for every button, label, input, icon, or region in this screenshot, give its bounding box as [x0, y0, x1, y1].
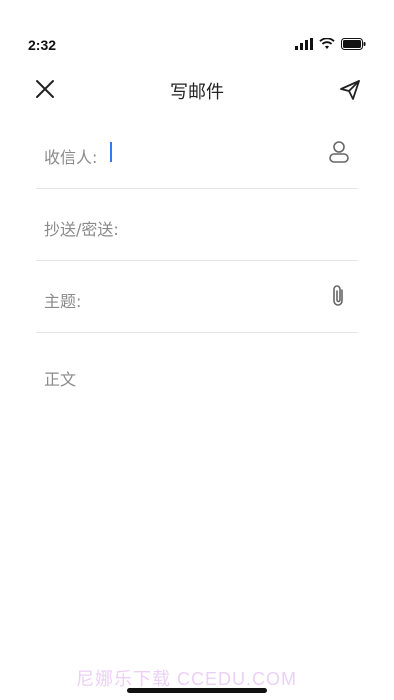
- status-icons: [295, 38, 366, 50]
- subject-input[interactable]: [94, 284, 294, 310]
- to-input[interactable]: [112, 140, 312, 166]
- body-editor[interactable]: 正文: [44, 366, 354, 646]
- status-bar: 2:32: [0, 0, 394, 70]
- page-title: 写邮件: [170, 82, 224, 103]
- battery-icon: [341, 38, 366, 50]
- home-indicator: [127, 688, 267, 693]
- nav-bar: 写邮件: [0, 70, 394, 110]
- attachment-icon[interactable]: [328, 284, 350, 308]
- to-field: 收信人:: [36, 116, 358, 189]
- text-cursor: [110, 142, 112, 162]
- wifi-icon: [319, 38, 335, 49]
- status-time: 2:32: [28, 37, 57, 53]
- cc-bcc-input[interactable]: [136, 212, 336, 238]
- cc-bcc-label: 抄送/密送:: [44, 220, 119, 239]
- cc-bcc-field: 抄送/密送:: [36, 188, 358, 261]
- body-placeholder: 正文: [44, 370, 77, 389]
- to-label: 收信人:: [44, 148, 98, 167]
- send-icon[interactable]: [338, 78, 362, 102]
- signal-icon: [295, 38, 313, 50]
- subject-label: 主题:: [44, 292, 82, 311]
- subject-field: 主题:: [36, 260, 358, 333]
- contact-icon[interactable]: [328, 140, 350, 164]
